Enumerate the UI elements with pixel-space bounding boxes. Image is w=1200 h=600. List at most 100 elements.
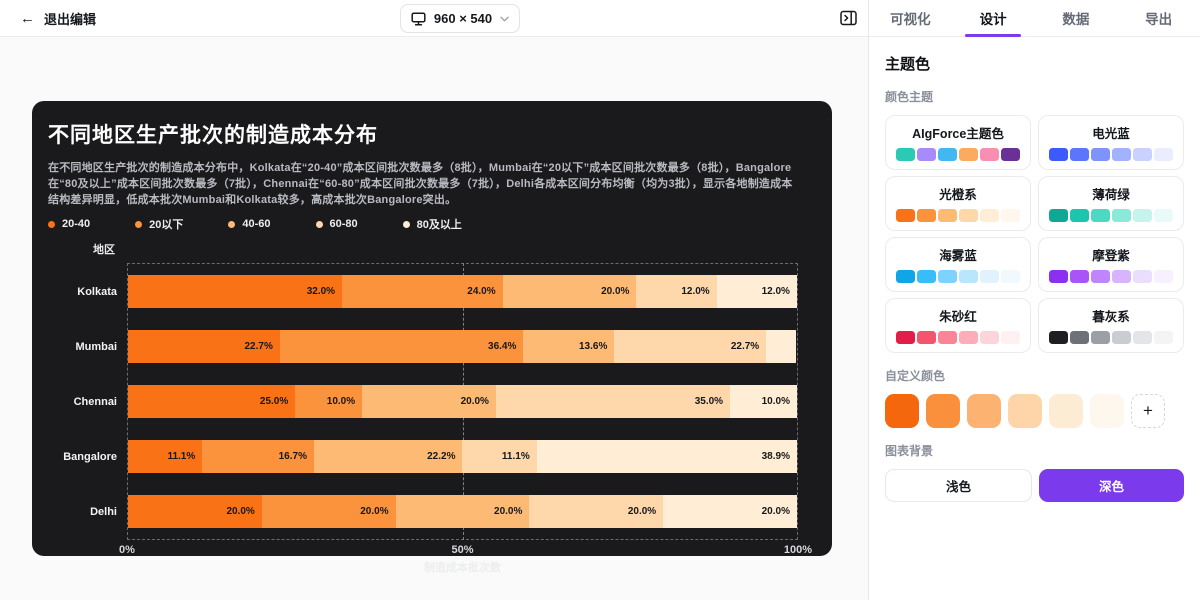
- y-axis-title: 地区: [48, 241, 127, 257]
- bar-segment: 13.6%: [523, 330, 614, 363]
- theme-card-摩登紫[interactable]: 摩登紫: [1038, 237, 1184, 292]
- bar-value-label: 20.0%: [461, 396, 489, 407]
- legend-item: 20以下: [135, 216, 183, 232]
- bar-value-label: 10.0%: [762, 396, 790, 407]
- custom-color-swatch[interactable]: [1008, 394, 1042, 428]
- theme-swatches: [892, 331, 1024, 344]
- legend-item: 20-40: [48, 218, 90, 230]
- theme-swatch: [1049, 209, 1068, 222]
- theme-card-光橙系[interactable]: 光橙系: [885, 176, 1031, 231]
- theme-swatch: [1091, 270, 1110, 283]
- legend-dot-icon: [403, 221, 410, 228]
- background-option-浅色[interactable]: 浅色: [885, 469, 1032, 502]
- legend-label: 80及以上: [417, 216, 462, 232]
- tab-设计[interactable]: 设计: [952, 0, 1035, 36]
- theme-swatch: [1112, 148, 1131, 161]
- theme-swatch: [1070, 331, 1089, 344]
- bar-segment: 11.1%: [128, 440, 202, 473]
- theme-swatch: [1112, 331, 1131, 344]
- stacked-bar: 25.0% 10.0% 20.0% 35.0% 10.0%: [128, 385, 797, 418]
- theme-swatch: [1070, 209, 1089, 222]
- theme-swatch: [938, 331, 957, 344]
- theme-swatch: [896, 148, 915, 161]
- theme-swatch: [959, 270, 978, 283]
- stacked-bar: 32.0%24.0%20.0%12.0%12.0%: [128, 275, 797, 308]
- bar-value-label: 36.4%: [488, 341, 516, 352]
- category-label: Kolkata: [48, 264, 127, 319]
- chart-background-label: 图表背景: [885, 442, 1184, 459]
- custom-color-swatch[interactable]: [1049, 394, 1083, 428]
- bar-row: 22.7% 36.4% 13.6% 22.7%: [128, 319, 797, 374]
- theme-grid: AIgForce主题色电光蓝光橙系薄荷绿海雾蓝摩登紫朱砂红暮灰系: [885, 115, 1184, 353]
- legend-label: 20以下: [149, 216, 183, 232]
- theme-swatch: [1154, 209, 1173, 222]
- bar-segment: 24.0%: [342, 275, 503, 308]
- panel-tabs: 可视化设计数据导出: [869, 0, 1200, 37]
- back-arrow-icon: ←: [20, 11, 35, 26]
- theme-card-电光蓝[interactable]: 电光蓝: [1038, 115, 1184, 170]
- design-panel: 可视化设计数据导出 主题色 颜色主题 AIgForce主题色电光蓝光橙系薄荷绿海…: [868, 0, 1200, 600]
- custom-color-swatch[interactable]: [926, 394, 960, 428]
- legend-label: 40-60: [242, 218, 270, 230]
- theme-swatches: [1045, 331, 1177, 344]
- tab-可视化[interactable]: 可视化: [869, 0, 952, 36]
- theme-card-薄荷绿[interactable]: 薄荷绿: [1038, 176, 1184, 231]
- theme-swatches: [892, 148, 1024, 161]
- legend-item: 80及以上: [403, 216, 462, 232]
- custom-color-swatch[interactable]: [1090, 394, 1124, 428]
- bar-row: 20.0%20.0%20.0%20.0%20.0%: [128, 484, 797, 539]
- bar-value-label: 12.0%: [762, 286, 790, 297]
- tab-导出[interactable]: 导出: [1117, 0, 1200, 36]
- theme-swatch: [917, 331, 936, 344]
- theme-swatch: [1133, 209, 1152, 222]
- add-color-button[interactable]: +: [1131, 394, 1165, 428]
- theme-swatch: [938, 270, 957, 283]
- theme-swatch: [1133, 270, 1152, 283]
- bar-row: 32.0%24.0%20.0%12.0%12.0%: [128, 264, 797, 319]
- bar-value-label: 10.0%: [327, 396, 355, 407]
- theme-card-海雾蓝[interactable]: 海雾蓝: [885, 237, 1031, 292]
- theme-name: AIgForce主题色: [892, 123, 1024, 142]
- theme-swatches: [1045, 209, 1177, 222]
- bar-segment: 10.0%: [730, 385, 797, 418]
- legend-dot-icon: [228, 221, 235, 228]
- theme-swatch: [896, 209, 915, 222]
- bar-value-label: 20.0%: [762, 506, 790, 517]
- theme-swatch: [1049, 331, 1068, 344]
- custom-color-swatch[interactable]: [885, 394, 919, 428]
- legend-label: 20-40: [62, 218, 90, 230]
- bar-segment: 35.0%: [496, 385, 730, 418]
- theme-swatch: [1049, 270, 1068, 283]
- plot-area: 32.0%24.0%20.0%12.0%12.0%22.7%36.4%13.6%…: [127, 263, 798, 540]
- exit-edit-button[interactable]: ← 退出编辑: [20, 9, 96, 28]
- theme-card-AIgForce主题色[interactable]: AIgForce主题色: [885, 115, 1031, 170]
- tab-数据[interactable]: 数据: [1035, 0, 1118, 36]
- theme-name: 薄荷绿: [1045, 184, 1177, 203]
- background-option-深色[interactable]: 深色: [1039, 469, 1184, 502]
- x-tick-label: 0%: [119, 544, 135, 556]
- bar-segment: 22.2%: [314, 440, 463, 473]
- bar-value-label: 22.7%: [731, 341, 759, 352]
- bar-value-label: 12.0%: [681, 286, 709, 297]
- category-label: Delhi: [48, 484, 127, 539]
- bar-value-label: 13.6%: [579, 341, 607, 352]
- theme-swatch: [1112, 209, 1131, 222]
- theme-swatch: [917, 209, 936, 222]
- theme-swatch: [1154, 270, 1173, 283]
- collapse-panel-button[interactable]: [838, 9, 858, 27]
- stacked-bar: 22.7% 36.4% 13.6% 22.7%: [128, 330, 797, 363]
- theme-swatch: [980, 270, 999, 283]
- custom-color-swatch[interactable]: [967, 394, 1001, 428]
- theme-swatch: [1001, 209, 1020, 222]
- theme-card-暮灰系[interactable]: 暮灰系: [1038, 298, 1184, 353]
- bar-value-label: 22.7%: [245, 341, 273, 352]
- theme-card-朱砂红[interactable]: 朱砂红: [885, 298, 1031, 353]
- chart-legend: 20-4020以下40-6060-8080及以上: [48, 216, 798, 232]
- legend-dot-icon: [48, 221, 55, 228]
- bar-segment: 25.0%: [128, 385, 295, 418]
- theme-swatch: [1001, 331, 1020, 344]
- theme-swatch: [1001, 270, 1020, 283]
- custom-colors-label: 自定义颜色: [885, 367, 1184, 384]
- canvas-size-selector[interactable]: 960 × 540: [400, 4, 520, 33]
- editor-topbar: ← 退出编辑 960 × 540: [0, 0, 868, 37]
